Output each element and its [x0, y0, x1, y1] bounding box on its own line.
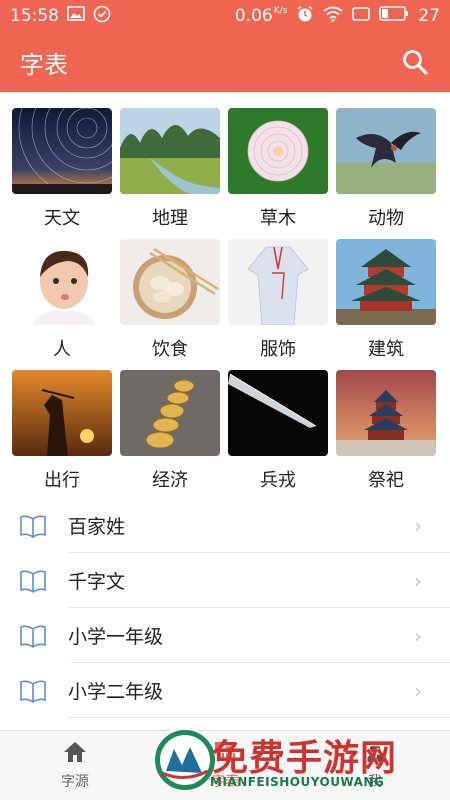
wifi-icon: [323, 6, 343, 27]
network-speed: 0.06: [234, 6, 273, 26]
status-bar: 15:58 0.06 K/s 27: [0, 0, 450, 32]
category-fushi[interactable]: 服饰: [228, 239, 328, 370]
category-label: 地理: [152, 208, 188, 229]
category-image: [228, 239, 328, 325]
battery-level: 27: [418, 6, 440, 26]
category-image: [336, 370, 436, 456]
category-image: [120, 370, 220, 456]
alarm-icon: [296, 5, 314, 28]
network-speed-unit: K/s: [273, 6, 288, 16]
tab-label: 我: [368, 773, 382, 790]
chevron-right-icon: ›: [414, 623, 422, 648]
list-item[interactable]: 千字文 ›: [0, 553, 450, 608]
category-jingji[interactable]: 经济: [120, 370, 220, 501]
category-label: 服饰: [260, 339, 296, 360]
divider: [68, 717, 450, 718]
category-image: [228, 370, 328, 456]
category-tianwen[interactable]: 天文: [12, 108, 112, 239]
category-bingrong[interactable]: 兵戎: [228, 370, 328, 501]
book-icon: [19, 569, 49, 593]
category-label: 祭祀: [368, 470, 404, 491]
check-circle-icon: [93, 5, 111, 28]
book-list: 百家姓 › 千字文 › 小学一年级 › 小学二年级 ›: [0, 498, 450, 718]
category-label: 出行: [44, 470, 80, 491]
category-image: [228, 108, 328, 194]
category-jianzhu[interactable]: 建筑: [336, 239, 436, 370]
category-dili[interactable]: 地理: [120, 108, 220, 239]
category-image: [336, 108, 436, 194]
category-label: 人: [53, 339, 71, 360]
chevron-right-icon: ›: [414, 678, 422, 703]
list-item[interactable]: 小学二年级 ›: [0, 663, 450, 718]
tab-ziyuan[interactable]: 字源: [0, 731, 150, 800]
tab-wo[interactable]: 我: [300, 731, 450, 800]
book-icon: [19, 514, 49, 538]
screen-icon: [352, 6, 371, 26]
list-item[interactable]: 小学一年级 ›: [0, 608, 450, 663]
chevron-right-icon: ›: [414, 513, 422, 538]
page-title: 字表: [20, 50, 68, 79]
status-time: 15:58: [10, 6, 59, 26]
category-caomu[interactable]: 草木: [228, 108, 328, 239]
category-label: 经济: [152, 470, 188, 491]
category-image: [12, 108, 112, 194]
list-item-label: 千字文: [68, 571, 126, 593]
category-image: [120, 108, 220, 194]
category-image: [336, 239, 436, 325]
tab-label: 字源: [61, 773, 89, 790]
category-label: 饮食: [152, 339, 188, 360]
category-label: 动物: [368, 208, 404, 229]
category-image: [12, 370, 112, 456]
bottom-tab-bar: 字源 字表 我: [0, 730, 450, 800]
person-icon: [364, 741, 386, 767]
app-bar: 字表: [0, 32, 450, 92]
list-item-label: 小学一年级: [68, 626, 164, 648]
chevron-right-icon: ›: [414, 568, 422, 593]
book-icon: [19, 679, 49, 703]
search-icon[interactable]: [400, 47, 430, 77]
category-jisi[interactable]: 祭祀: [336, 370, 436, 501]
category-image: [120, 239, 220, 325]
image-icon: [67, 6, 85, 26]
list-item[interactable]: 百家姓 ›: [0, 498, 450, 553]
battery-icon: [379, 6, 409, 26]
category-label: 建筑: [368, 339, 404, 360]
category-chuxing[interactable]: 出行: [12, 370, 112, 501]
category-image: [12, 239, 112, 325]
book-icon: [19, 624, 49, 648]
category-label: 兵戎: [260, 470, 296, 491]
category-yinshi[interactable]: 饮食: [120, 239, 220, 370]
list-item-label: 小学二年级: [68, 681, 164, 703]
grid-icon: [214, 741, 236, 767]
tab-label: 字表: [211, 773, 239, 790]
category-grid: 天文 地理 草木 动物 人 饮食 服饰 建筑 出行 经济 兵戎 祭祀: [12, 108, 438, 501]
category-dongwu[interactable]: 动物: [336, 108, 436, 239]
home-icon: [63, 741, 87, 767]
category-label: 天文: [44, 208, 80, 229]
category-label: 草木: [260, 208, 296, 229]
list-item-label: 百家姓: [68, 516, 126, 538]
tab-zibiao[interactable]: 字表: [150, 731, 300, 800]
category-ren[interactable]: 人: [12, 239, 112, 370]
